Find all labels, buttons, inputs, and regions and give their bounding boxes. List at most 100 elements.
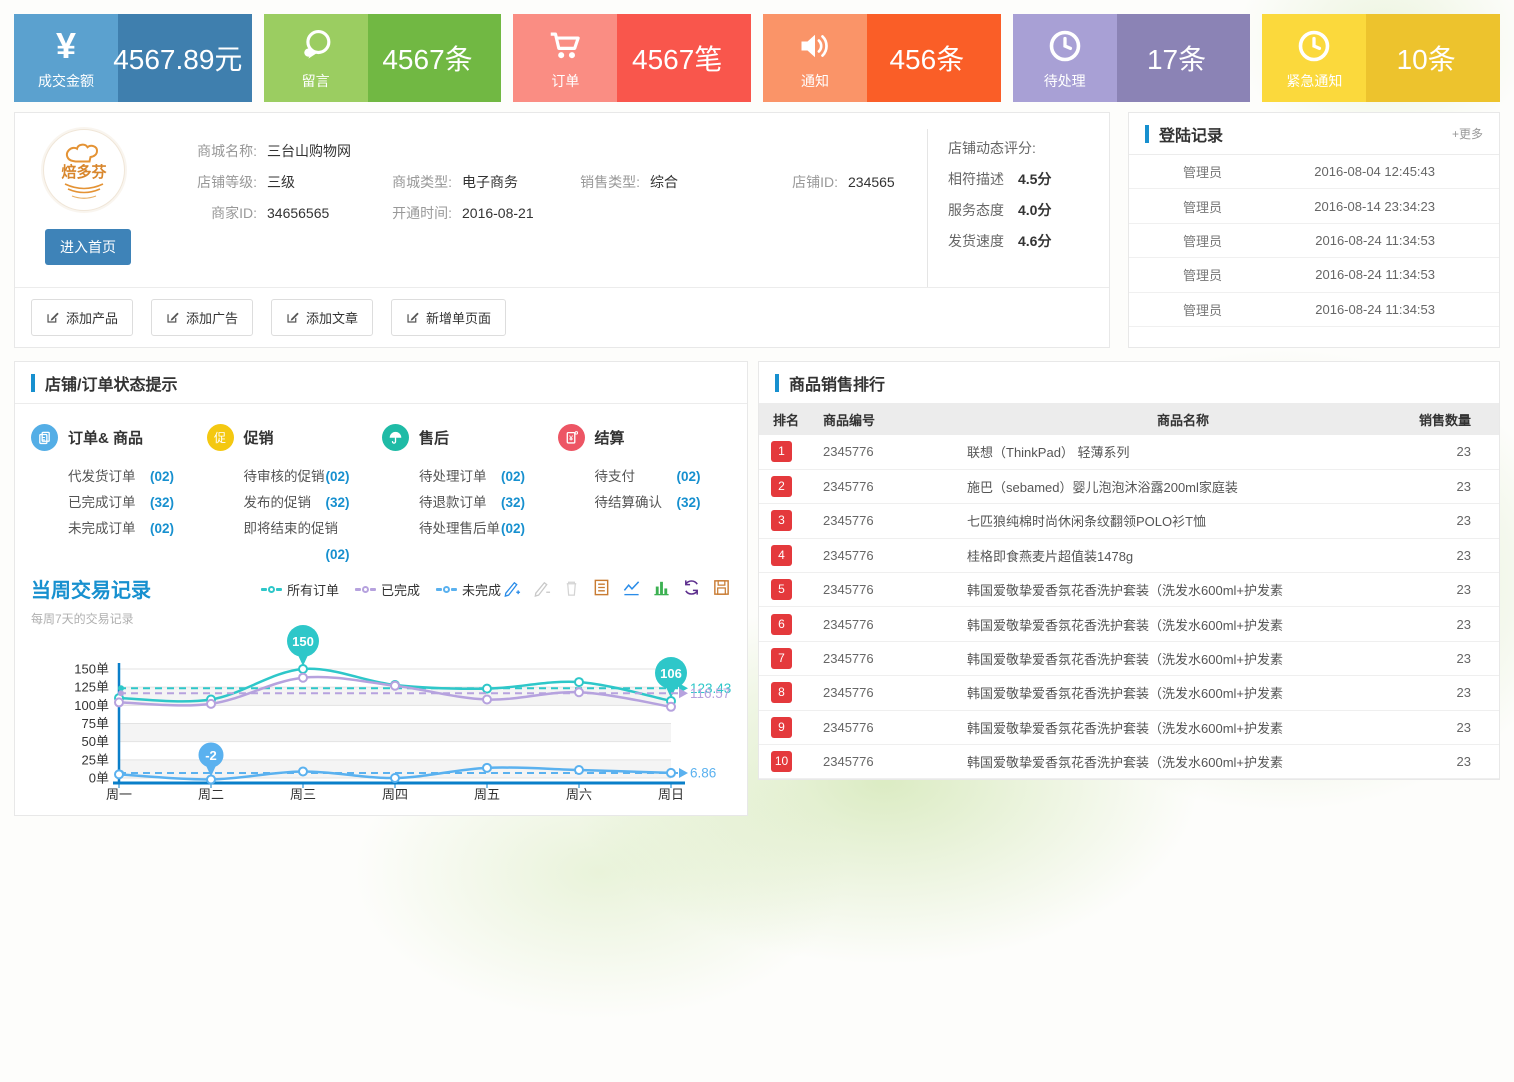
status-item[interactable]: 未完成订单(02) (68, 516, 174, 542)
svg-text:¥: ¥ (569, 435, 573, 442)
bar-chart-icon[interactable] (652, 578, 671, 597)
stat-card-orders[interactable]: 订单 4567笔 (513, 14, 751, 102)
svg-text:周一: 周一 (106, 787, 132, 802)
line-chart-icon[interactable] (622, 578, 641, 597)
aftersale-icon (382, 424, 409, 451)
product-sku: 2345776 (817, 641, 967, 675)
status-item[interactable]: 待处理售后单(02) (419, 516, 525, 542)
status-item[interactable]: 待退款订单(32) (419, 490, 525, 516)
shop-actions: 添加产品 添加广告 添加文章 新增单页面 (15, 287, 1109, 347)
product-name: 桂格即食燕麦片超值装1478g (967, 538, 1399, 572)
table-row: 6 2345776 韩国爱敬挚爱香氛花香洗护套装（洗发水600ml+护发素 23 (759, 607, 1499, 641)
table-row: 2 2345776 施巴（sebamed）婴儿泡泡沐浴露200ml家庭装 23 (759, 469, 1499, 503)
add-page-button[interactable]: 新增单页面 (391, 299, 506, 336)
legend-item-completed[interactable]: 已完成 (355, 580, 420, 599)
sale-type: 综合 (650, 172, 678, 192)
status-item[interactable]: 代发货订单(02) (68, 464, 174, 490)
status-count: (32) (325, 490, 349, 516)
title-bar (1145, 125, 1149, 143)
shop-info-panel: 焙多芬 进入首页 商城名称:三台山购物网 店铺等级:三级 商城类型:电子商务 销… (14, 112, 1110, 348)
shop-id: 234565 (848, 174, 895, 190)
save-icon[interactable] (712, 578, 731, 597)
status-count: (02) (501, 516, 525, 542)
rank-badge: 8 (771, 682, 792, 703)
status-item[interactable]: 待审核的促销(02) (244, 464, 350, 490)
orders-icon (31, 424, 58, 451)
sales-qty: 23 (1399, 676, 1499, 710)
mark-icon[interactable] (502, 578, 521, 597)
status-count: (02) (150, 516, 174, 542)
legend-item-incomplete[interactable]: 未完成 (436, 580, 501, 599)
login-record-row: 管理员 2016-08-14 23:34:23 (1129, 189, 1499, 223)
svg-text:150单: 150单 (74, 662, 109, 677)
stat-card-pending[interactable]: 待处理 17条 (1013, 14, 1251, 102)
table-row: 3 2345776 七匹狼纯棉时尚休闲条纹翻领POLO衫T恤 23 (759, 504, 1499, 538)
login-records-panel: 登陆记录 +更多 管理员 2016-08-04 12:45:43 管理员 201… (1128, 112, 1500, 348)
product-sku: 2345776 (817, 745, 967, 779)
weekly-transactions-chart[interactable]: 150单125单100单75单50单25单0单周一周二周三周四周五周六周日123… (31, 627, 747, 813)
svg-text:75单: 75单 (82, 716, 109, 731)
login-records-title: 登陆记录 (1159, 122, 1223, 146)
message-icon (297, 25, 335, 67)
add-article-button[interactable]: 添加文章 (271, 299, 373, 336)
rating-row: 发货速度4.6分 (948, 226, 1095, 257)
field-label: 商家ID: (177, 203, 257, 223)
status-item[interactable]: 已完成订单(32) (68, 490, 174, 516)
status-count: (02) (150, 464, 174, 490)
table-header-row: 排名 商品编号 商品名称 销售数量 (759, 404, 1499, 435)
weekly-chart-block: 当周交易记录 每周7天的交易记录 所有订单 已完成 未完成 (15, 568, 747, 813)
login-user: 管理员 (1183, 300, 1222, 319)
clock-icon (1047, 25, 1083, 67)
status-group-aftersale: 售后 待处理订单(02)待退款订单(32)待处理售后单(02) (382, 416, 558, 568)
legend-marker-icon (355, 586, 376, 593)
legend-marker-icon (436, 586, 457, 593)
rank-badge: 3 (771, 510, 792, 531)
add-ad-button[interactable]: 添加广告 (151, 299, 253, 336)
stat-card-turnover[interactable]: ¥ 成交金额 4567.89元 (14, 14, 252, 102)
svg-text:125单: 125单 (74, 680, 109, 695)
clear-trash-icon[interactable] (562, 578, 581, 597)
status-item[interactable]: 发布的促销(32) (244, 490, 350, 516)
field-label: 销售类型: (560, 172, 640, 192)
data-view-icon[interactable] (592, 578, 611, 597)
stat-card-messages[interactable]: 留言 4567条 (264, 14, 502, 102)
rating-title: 店铺动态评分: (948, 133, 1095, 164)
unmark-icon[interactable] (532, 578, 551, 597)
promotion-icon: 促 (207, 424, 234, 451)
enter-home-button[interactable]: 进入首页 (45, 229, 131, 265)
shop-level: 三级 (267, 172, 295, 192)
status-item[interactable]: 待支付(02) (595, 464, 701, 490)
stat-value: 4567.89元 (104, 14, 252, 102)
login-time: 2016-08-14 23:34:23 (1314, 199, 1499, 214)
field-label: 店铺ID: (782, 172, 838, 192)
ranking-title: 商品销售排行 (789, 371, 885, 395)
rank-badge: 6 (771, 614, 792, 635)
status-count: (32) (676, 490, 700, 516)
login-record-row: 管理员 2016-08-24 11:34:53 (1129, 258, 1499, 292)
rating-row: 相符描述4.5分 (948, 164, 1095, 195)
title-bar (775, 374, 779, 392)
group-name: 售后 (419, 427, 449, 448)
status-item[interactable]: 即将结束的促销(02) (244, 516, 350, 542)
rank-badge: 4 (771, 545, 792, 566)
stat-card-notices[interactable]: 通知 456条 (763, 14, 1001, 102)
stat-card-urgent[interactable]: 紧急通知 10条 (1262, 14, 1500, 102)
status-item[interactable]: 待处理订单(02) (419, 464, 525, 490)
table-row: 9 2345776 韩国爱敬挚爱香氛花香洗护套装（洗发水600ml+护发素 23 (759, 710, 1499, 744)
product-sku: 2345776 (817, 607, 967, 641)
product-sku: 2345776 (817, 538, 967, 572)
status-item[interactable]: 待结算确认(32) (595, 490, 701, 516)
sales-ranking-table: 排名 商品编号 商品名称 销售数量 1 2345776 联想（ThinkPad）… (759, 404, 1499, 779)
legend-item-all-orders[interactable]: 所有订单 (261, 580, 339, 599)
shop-name: 三台山购物网 (267, 141, 351, 161)
table-row: 8 2345776 韩国爱敬挚爱香氛花香洗护套装（洗发水600ml+护发素 23 (759, 676, 1499, 710)
svg-text:150: 150 (292, 634, 314, 649)
more-link[interactable]: +更多 (1452, 125, 1483, 142)
table-row: 4 2345776 桂格即食燕麦片超值装1478g 23 (759, 538, 1499, 572)
restore-icon[interactable] (682, 578, 701, 597)
sales-qty: 23 (1399, 745, 1499, 779)
sales-qty: 23 (1399, 538, 1499, 572)
svg-text:-2: -2 (205, 748, 217, 763)
add-product-button[interactable]: 添加产品 (31, 299, 133, 336)
yen-icon: ¥ (56, 25, 76, 67)
